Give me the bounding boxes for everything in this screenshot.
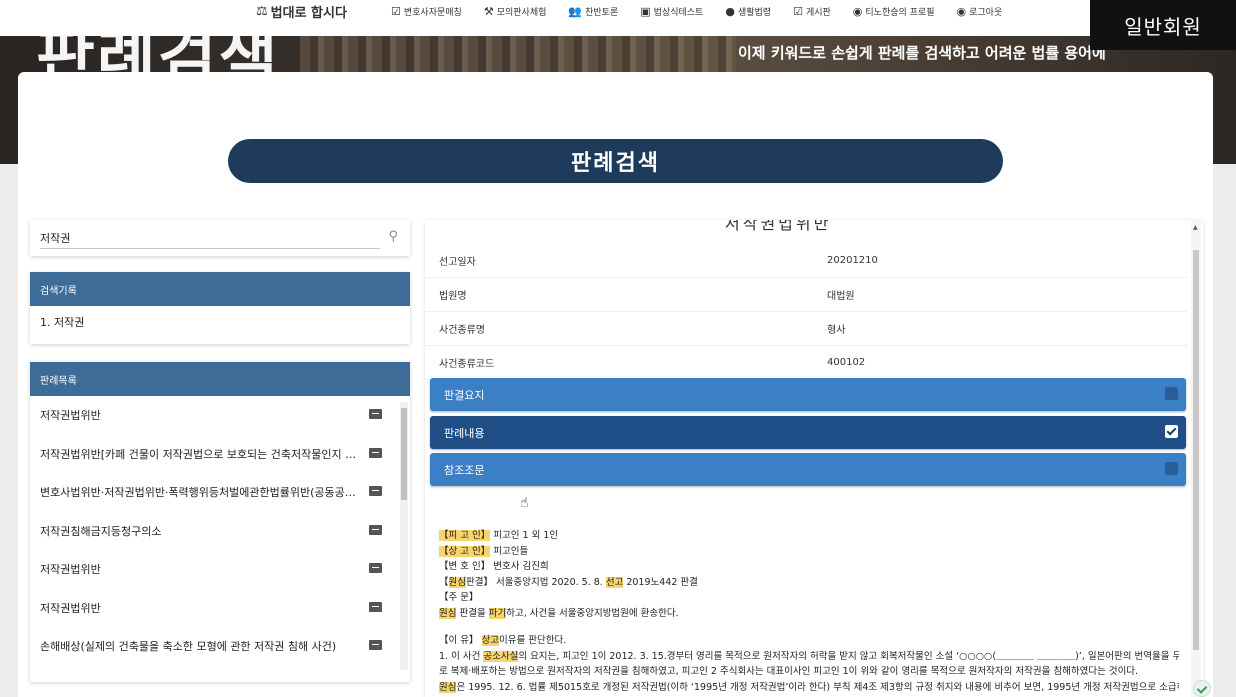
banner-tagline: 이제 키워드로 손쉽게 판례를 검색하고 어려운 법률 용어에 — [738, 44, 1106, 62]
users-icon: 👥 — [568, 5, 583, 18]
nav-item-mock-judge[interactable]: ⚒ 모의판사체험 — [484, 5, 547, 18]
history-item[interactable]: 1. 저작권 — [30, 306, 410, 338]
nav-item-board[interactable]: ☑ 게시판 — [793, 5, 831, 18]
detail-scrollbar[interactable]: ▲ — [1191, 220, 1201, 697]
banner-bookshelf — [300, 36, 736, 72]
nav-item-lawyer-matching[interactable]: ☑ 변호사자문매칭 — [391, 5, 462, 18]
folder-icon[interactable] — [369, 447, 382, 458]
user-circle-icon: ◉ — [956, 5, 967, 18]
case-list-panel: 판례목록 저작권법위반 저작권법위반[카페 건물이 저작권법으로 보호되는 건축… — [30, 362, 410, 682]
case-list-item[interactable]: 저작권법위반 — [30, 589, 398, 628]
check-square-icon: ☑ — [391, 5, 401, 18]
case-title: 저작권법위반 — [725, 220, 832, 233]
meta-row: 법원명 대법원 — [425, 278, 1187, 312]
case-list-scrollbar[interactable] — [400, 402, 408, 670]
section-summary-checkbox[interactable] — [1165, 387, 1178, 400]
case-list-item[interactable]: 변호사법위반·저작권법위반·폭력행위등처벌에관한법률위반(공동공갈)(… — [30, 473, 398, 512]
section-reference-toggle[interactable]: 참조조문 ☝ — [430, 453, 1186, 511]
member-badge: 일반회원 — [1090, 0, 1236, 50]
case-list-item[interactable]: 저작권침해금지등청구의소 — [30, 512, 398, 551]
case-body-text: 【피 고 인】 피고인 1 외 1인 【상 고 인】 피고인들 【변 호 인】 … — [439, 530, 1179, 693]
scroll-up-icon[interactable]: ▲ — [1193, 224, 1198, 231]
pointer-cursor-icon: ☝ — [520, 495, 529, 511]
meta-row: 사건종류명 형사 — [425, 312, 1187, 346]
case-list-header: 판례목록 — [30, 362, 410, 396]
nav-item-logout[interactable]: ◉ 로그아웃 — [957, 5, 1003, 18]
scrollbar-thumb[interactable] — [1193, 250, 1199, 650]
nav-item-law-quiz[interactable]: ▣ 법상식테스트 — [640, 5, 703, 18]
folder-icon[interactable] — [369, 524, 382, 535]
nav-menu: ☑ 변호사자문매칭 ⚒ 모의판사체험 👥 찬반토론 ▣ 법상식테스트 ● 생활법령 ☑ 게시… — [391, 5, 1024, 18]
info-icon: ● — [725, 5, 735, 18]
nav-item-profile[interactable]: ◉ 티노한승의 프로필 — [853, 5, 935, 18]
case-list-item[interactable]: 저작권법위반 — [30, 550, 398, 589]
folder-icon[interactable] — [369, 640, 382, 650]
main-card: 판례검색 ⚲ 검색기록 1. 저작권 판례목록 저작권법위반 저작권법위반[카페… — [18, 72, 1213, 697]
brand-logo[interactable]: ⚖ 법대로 합시다 — [256, 2, 347, 21]
case-list: 저작권법위반 저작권법위반[카페 건물이 저작권법으로 보호되는 건축저작물인지… — [30, 396, 398, 666]
meta-row: 사건종류코드 400102 — [425, 346, 1187, 380]
section-reference-checkbox[interactable] — [1165, 462, 1178, 475]
search-history-panel: 검색기록 1. 저작권 — [30, 272, 410, 344]
check-square-icon: ☑ — [793, 5, 803, 18]
gavel-icon: ⚖ — [256, 4, 268, 19]
folder-icon[interactable] — [369, 563, 382, 573]
meta-row: 선고일자 20201210 — [425, 244, 1187, 278]
top-nav: ⚖ 법대로 합시다 ☑ 변호사자문매칭 ⚒ 모의판사체험 👥 찬반토론 ▣ 법상식테스트… — [0, 0, 1236, 36]
folder-icon[interactable] — [369, 486, 382, 496]
search-box: ⚲ — [30, 220, 410, 256]
brand-name: 법대로 합시다 — [270, 6, 347, 21]
page-title: 판례검색 — [228, 139, 1003, 183]
section-content-checkbox[interactable] — [1165, 425, 1178, 438]
folder-icon[interactable] — [369, 409, 382, 419]
search-icon[interactable]: ⚲ — [388, 229, 398, 244]
gavel-icon: ⚒ — [483, 5, 494, 18]
case-list-item[interactable]: 저작권법위반 — [30, 396, 398, 435]
user-circle-icon: ◉ — [852, 5, 863, 18]
nav-item-debate[interactable]: 👥 찬반토론 — [568, 5, 618, 18]
search-input[interactable] — [40, 227, 380, 249]
section-summary-toggle[interactable]: 판결요지 — [430, 378, 1186, 411]
case-detail-panel: 저작권법위반 선고일자 20201210 법원명 대법원 사건종류명 형사 사건종류코… — [425, 220, 1203, 697]
shield-check-icon[interactable] — [1193, 680, 1211, 697]
search-history-header: 검색기록 — [30, 272, 410, 306]
case-list-item[interactable]: 손해배상(실제의 건축물을 축소한 모형에 관한 저작권 침해 사건) — [30, 627, 398, 666]
folder-icon[interactable] — [369, 601, 382, 612]
case-list-item[interactable]: 저작권법위반[카페 건물이 저작권법으로 보호되는 건축저작물인지 여부… — [30, 435, 398, 474]
scrollbar-thumb[interactable] — [401, 408, 407, 500]
section-content-toggle[interactable]: 판례내용 — [430, 416, 1186, 449]
case-meta-table: 선고일자 20201210 법원명 대법원 사건종류명 형사 사건종류코드 400102 — [425, 244, 1187, 380]
nav-item-living-law[interactable]: ● 생활법령 — [725, 5, 771, 18]
book-icon: ▣ — [640, 5, 651, 18]
